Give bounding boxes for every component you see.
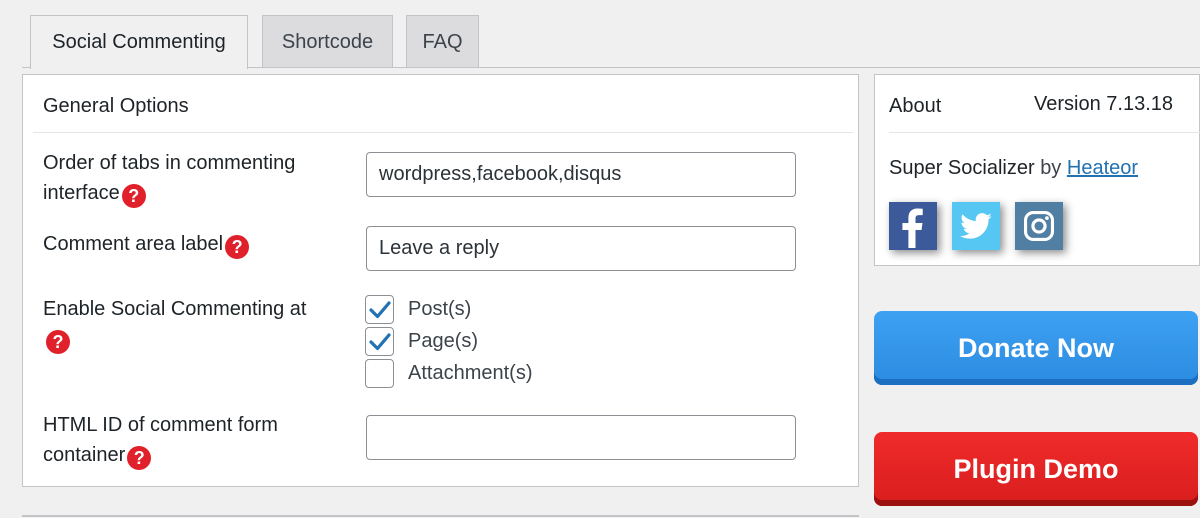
comment-area-label-text: Comment area label (43, 233, 224, 255)
facebook-icon[interactable] (889, 202, 937, 250)
instagram-glyph (1023, 210, 1055, 242)
panel-title: General Options (43, 95, 189, 117)
divider (22, 515, 859, 517)
checkbox-posts-row: Post(s) (365, 294, 471, 324)
html-id-label-line1: HTML ID of comment form (43, 414, 278, 436)
checkbox-pages-label: Page(s) (408, 329, 479, 352)
order-tabs-label-line2: interface (43, 182, 120, 204)
plugin-name: Super Socializer (889, 157, 1035, 179)
html-id-label-line2: container (43, 444, 126, 466)
twitter-glyph (960, 213, 992, 239)
twitter-icon[interactable] (952, 202, 1000, 250)
checkbox-posts-label: Post(s) (408, 297, 472, 320)
instagram-icon[interactable] (1015, 202, 1063, 250)
checkbox-pages[interactable] (365, 326, 394, 356)
tab-faq[interactable]: FAQ (406, 15, 479, 68)
enable-label-text: Enable Social Commenting at (43, 298, 307, 320)
about-title: About (889, 95, 942, 117)
by-text: by (1040, 157, 1062, 179)
checkmark-icon (369, 332, 391, 350)
enable-social-commenting-label: Enable Social Commenting at ? (43, 294, 306, 354)
help-icon[interactable]: ? (127, 446, 152, 470)
tab-shortcode[interactable]: Shortcode (262, 15, 393, 68)
order-tabs-label-line1: Order of tabs in commenting (43, 152, 296, 174)
order-tabs-input[interactable] (366, 152, 796, 197)
plugin-demo-button[interactable]: Plugin Demo (874, 432, 1198, 506)
tab-label: Shortcode (281, 30, 374, 53)
about-box: About Version 7.13.18 Super Socializer b… (874, 74, 1200, 266)
author-link[interactable]: Heateor (1067, 157, 1138, 179)
checkbox-attachments-row: Attachment(s) (365, 358, 532, 388)
checkmark-icon (369, 300, 391, 318)
html-id-label: HTML ID of comment form container? (43, 410, 278, 470)
help-icon[interactable]: ? (225, 235, 250, 259)
divider (33, 132, 853, 133)
divider (889, 132, 1200, 133)
demo-label: Plugin Demo (953, 453, 1119, 484)
tab-label: Social Commenting (52, 31, 226, 53)
checkbox-attachments-label: Attachment(s) (408, 361, 533, 384)
checkbox-pages-row: Page(s) (365, 326, 478, 356)
general-options-panel: General Options Order of tabs in comment… (22, 74, 859, 487)
order-tabs-label: Order of tabs in commenting interface? (43, 148, 295, 208)
comment-area-input[interactable] (366, 226, 796, 271)
facebook-glyph (902, 208, 923, 248)
donate-label: Donate Now (957, 332, 1114, 363)
comment-area-label: Comment area label? (43, 229, 250, 259)
html-id-input[interactable] (366, 415, 796, 460)
about-description: Super Socializer by Heateor (889, 157, 1138, 180)
donate-now-button[interactable]: Donate Now (874, 311, 1198, 385)
help-icon[interactable]: ? (46, 330, 70, 354)
tab-label: FAQ (422, 30, 463, 53)
version-text: Version 7.13.18 (1034, 93, 1173, 115)
help-icon[interactable]: ? (121, 184, 146, 208)
tab-social-commenting[interactable]: Social Commenting (30, 15, 248, 69)
checkbox-attachments[interactable] (365, 358, 394, 388)
checkbox-posts[interactable] (365, 294, 394, 324)
